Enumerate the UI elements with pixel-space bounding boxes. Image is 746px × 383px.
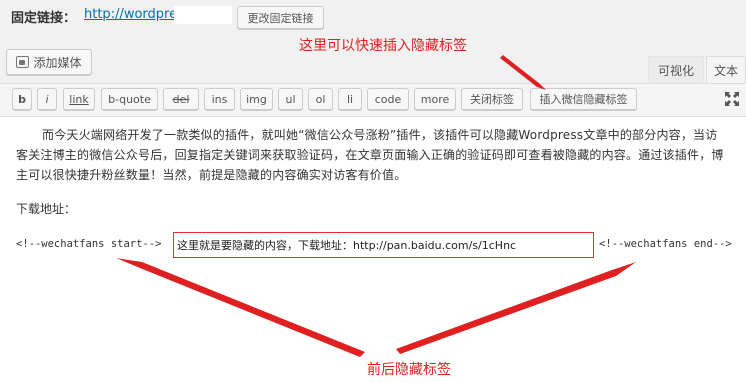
qt-ul-button[interactable]: ul — [278, 88, 303, 110]
content-paragraph: 而今天火端网络开发了一款类似的插件，就叫她“微信公众号涨粉”插件，该插件可以隐藏… — [16, 128, 724, 182]
media-icon — [16, 56, 30, 68]
annotation-hidden-tags: 前后隐藏标签 — [367, 362, 451, 378]
add-media-button[interactable]: 添加媒体 — [6, 49, 92, 75]
add-media-label: 添加媒体 — [33, 55, 82, 70]
fullscreen-icon[interactable] — [724, 91, 740, 107]
qt-insert-wechat-hidden-tag-button[interactable]: 插入微信隐藏标签 — [530, 88, 637, 110]
qt-link-button[interactable]: link — [63, 88, 95, 110]
qt-code-button[interactable]: code — [367, 88, 409, 110]
tab-text[interactable]: 文本 — [706, 56, 746, 83]
permalink-mask — [174, 6, 232, 24]
wechatfans-end-tag: <!--wechatfans end--> — [599, 238, 732, 250]
qt-italic-button[interactable]: i — [37, 88, 57, 110]
qt-close-tags-button[interactable]: 关闭标签 — [461, 88, 523, 110]
permalink-url[interactable]: http://wordpre — [84, 7, 177, 22]
download-label: 下载地址： — [16, 202, 77, 216]
tab-visual[interactable]: 可视化 — [648, 56, 704, 83]
permalink-label: 固定链接： — [11, 11, 77, 26]
change-permalink-button[interactable]: 更改固定链接 — [237, 6, 324, 29]
hidden-content-box: 这里就是要隐藏的内容，下载地址：http://pan.baidu.com/s/1… — [173, 232, 594, 258]
qt-img-button[interactable]: img — [240, 88, 273, 110]
qt-more-button[interactable]: more — [414, 88, 456, 110]
hidden-content-text: 这里就是要隐藏的内容，下载地址：http://pan.baidu.com/s/1… — [177, 239, 517, 252]
qt-ins-button[interactable]: ins — [204, 88, 235, 110]
qt-del-button[interactable]: del — [163, 88, 199, 110]
qt-blockquote-button[interactable]: b-quote — [101, 88, 158, 110]
qt-bold-button[interactable]: b — [12, 88, 32, 110]
annotation-insert-tag: 这里可以快速插入隐藏标签 — [299, 38, 467, 54]
qt-li-button[interactable]: li — [338, 88, 362, 110]
wechatfans-start-tag: <!--wechatfans start--> — [16, 238, 162, 250]
qt-ol-button[interactable]: ol — [308, 88, 333, 110]
